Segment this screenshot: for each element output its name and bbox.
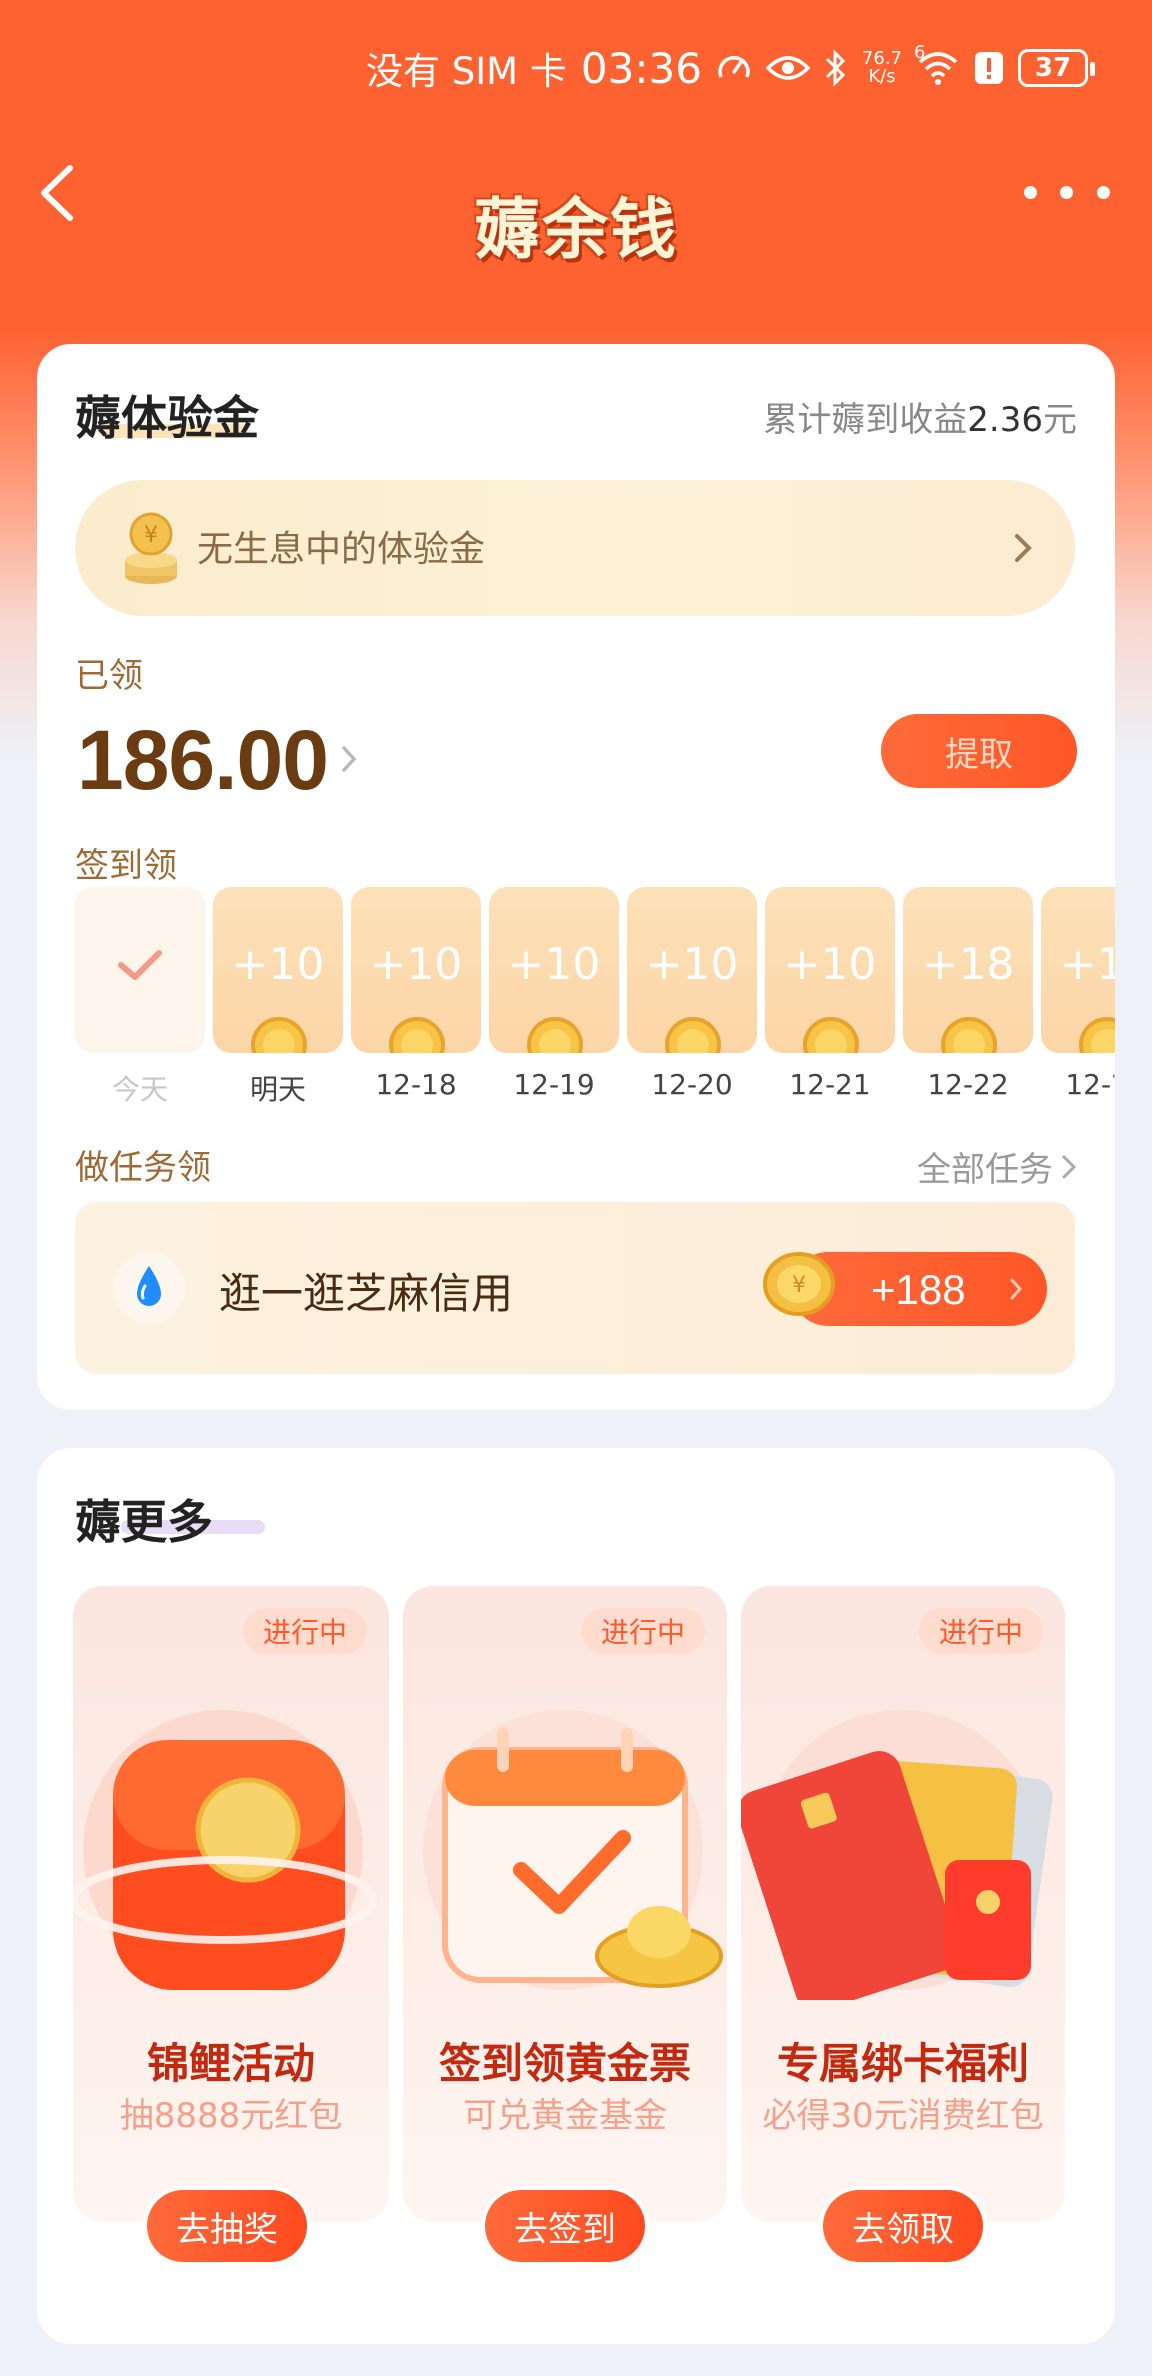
day-amount: +10	[645, 939, 739, 990]
day-label: 12-22	[927, 1068, 1009, 1101]
bluetooth-icon	[824, 49, 848, 87]
day-label: 12-19	[513, 1068, 595, 1101]
coin-icon	[665, 1017, 721, 1053]
more-button[interactable]	[1012, 172, 1122, 212]
svg-text:¥: ¥	[792, 1273, 806, 1298]
more-title: 薅更多	[75, 1495, 213, 1549]
red-envelope-icon	[73, 1710, 377, 1990]
coin-icon	[389, 1017, 445, 1053]
day-label: 12-23	[1065, 1068, 1115, 1101]
day-tile[interactable]: +10	[1041, 887, 1115, 1053]
day-amount: +10	[783, 939, 877, 990]
promo-card-signin-gold[interactable]: 进行中 签到领黄金票 可兑黄金基金	[403, 1586, 727, 2222]
promo-subtitle: 抽8888元红包	[119, 2096, 343, 2136]
task-reward: +188	[871, 1266, 966, 1313]
day-label: 明天	[249, 1073, 306, 1104]
network-speed: 76.7 K/s	[862, 50, 902, 86]
day-label: 今天	[111, 1073, 168, 1104]
task-item[interactable]: 逛一逛芝麻信用 +188 ¥	[75, 1202, 1075, 1374]
status-badge: 进行中	[243, 1608, 367, 1654]
all-tasks-label: 全部任务	[917, 1150, 1053, 1190]
day-amount: +10	[231, 939, 325, 990]
promo-name: 签到领黄金票	[438, 2039, 691, 2088]
day-tile[interactable]: +18	[903, 887, 1033, 1053]
promo-subtitle: 可兑黄金基金	[463, 2096, 667, 2136]
check-icon	[118, 950, 162, 980]
wifi-generation: 6	[914, 42, 926, 63]
coin-icon	[527, 1017, 583, 1053]
promo-subtitle: 必得30元消费红包	[762, 2096, 1044, 2136]
day-amount: +10	[1059, 939, 1115, 990]
day-label: 12-18	[375, 1068, 457, 1101]
coin-icon	[251, 1017, 307, 1053]
eye-icon	[765, 52, 810, 84]
promo-card-koi[interactable]: 进行中 锦鲤活动 抽8888元红包	[73, 1586, 389, 2222]
promo-name: 锦鲤活动	[146, 2039, 315, 2088]
day-tile[interactable]: +10	[765, 887, 895, 1053]
claim-button[interactable]: 去领取	[823, 2190, 983, 2262]
promo-name: 专属绑卡福利	[776, 2039, 1029, 2088]
coin-icon	[941, 1017, 997, 1053]
carrier-text: 没有 SIM 卡	[366, 50, 567, 93]
day-tile[interactable]: +10	[351, 887, 481, 1053]
clock: 03:36	[580, 43, 702, 93]
coin-icon	[1079, 1017, 1115, 1053]
page-title: 薅余钱	[474, 190, 678, 268]
coin-icon	[803, 1017, 859, 1053]
day-tile[interactable]: +10	[213, 887, 343, 1053]
day-amount: +10	[507, 939, 601, 990]
coin-icon: ¥	[763, 1252, 835, 1316]
day-tile[interactable]: +10	[627, 887, 757, 1053]
bank-card-icon	[741, 1710, 1053, 2000]
all-tasks-link[interactable]: 全部任务	[917, 1142, 1077, 1191]
chevron-right-icon	[1010, 1278, 1023, 1300]
signin-days: 今天 +10 明天 +10 12-18 +10 12-19 +10 12-20 …	[37, 344, 1115, 1104]
status-badge: 进行中	[581, 1608, 705, 1654]
alert-icon	[974, 50, 1004, 86]
chevron-right-icon	[1062, 1155, 1077, 1178]
day-label: 12-21	[789, 1068, 871, 1101]
wifi-icon: 6	[914, 42, 960, 86]
day-label: 12-20	[651, 1068, 733, 1101]
experience-card: 薅体验金 累计薅到收益2.36元 ¥ 无生息中的体验金 已领 186.00 提取…	[37, 344, 1115, 1410]
calendar-check-icon	[423, 1710, 723, 1990]
signin-button[interactable]: 去签到	[485, 2190, 645, 2262]
water-drop-icon	[113, 1252, 185, 1324]
day-tile[interactable]: +10	[489, 887, 619, 1053]
draw-button[interactable]: 去抽奖	[147, 2190, 307, 2262]
task-name: 逛一逛芝麻信用	[219, 1269, 514, 1318]
promo-card-bind-card[interactable]: 进行中 专属绑卡福利 必得30元消费红包	[741, 1586, 1065, 2222]
status-bar: 没有 SIM 卡 03:36 76.7 K/s 6 37	[366, 40, 1095, 96]
battery-indicator: 37	[1018, 49, 1095, 87]
net-speed-unit: K/s	[868, 66, 896, 87]
speedometer-icon	[716, 50, 752, 86]
day-amount: +18	[921, 939, 1015, 990]
more-dots-icon	[1023, 185, 1037, 199]
task-label: 做任务领	[75, 1148, 211, 1188]
day-amount: +10	[369, 939, 463, 990]
status-badge: 进行中	[919, 1608, 1043, 1654]
more-card: 薅更多 进行中 锦鲤活动 抽8888元红包 进行中 签到领黄金票 可兑黄金基金	[37, 1448, 1115, 2344]
day-tile-today[interactable]	[75, 887, 205, 1053]
